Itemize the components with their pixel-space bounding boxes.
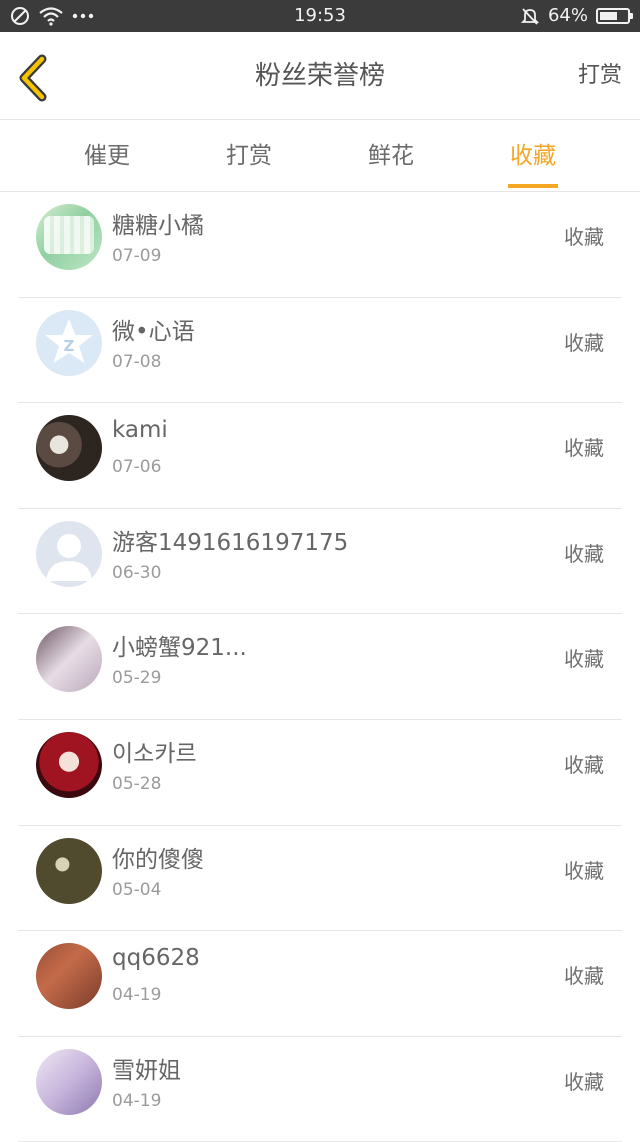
list-item[interactable]: 你的傻傻 05-04 收藏 (18, 826, 622, 932)
nav-bar: 粉丝荣誉榜 打赏 (0, 32, 640, 120)
list-item[interactable]: 游客1491616197175 06-30 收藏 (18, 509, 622, 615)
item-date: 05-29 (112, 668, 162, 689)
avatar: Z (36, 309, 102, 376)
action-label: 收藏 (564, 1069, 604, 1094)
avatar (36, 943, 102, 1010)
avatar (36, 204, 102, 270)
page-title: 粉丝荣誉榜 (254, 61, 385, 91)
tab-label: 收藏 (510, 143, 556, 169)
list-item[interactable]: 이소카르 05-28 收藏 (18, 720, 622, 826)
tab-label: 鲜花 (368, 143, 414, 169)
list-item[interactable]: 小螃蟹921... 05-29 收藏 (18, 614, 622, 720)
user-name: 微•心语 (112, 318, 195, 345)
avatar (36, 415, 102, 482)
user-name: kami (112, 417, 168, 444)
list-item[interactable]: Z 微•心语 07-08 收藏 (18, 298, 622, 404)
battery-percent: 64% (547, 5, 588, 26)
action-label: 收藏 (564, 330, 604, 355)
action-label: 收藏 (564, 436, 604, 461)
list-item[interactable]: kami 07-06 收藏 (18, 403, 622, 509)
battery-fill (600, 12, 617, 20)
list-item[interactable]: 糖糖小橘 07-09 收藏 (18, 192, 622, 298)
user-name: qq6628 (112, 945, 200, 972)
avatar (36, 520, 102, 587)
item-date: 04-19 (112, 1090, 162, 1111)
action-label: 收藏 (564, 858, 604, 883)
action-label: 收藏 (564, 541, 604, 566)
status-bar: 19:53 64% (0, 0, 640, 32)
item-date: 06-30 (112, 562, 162, 583)
action-label: 收藏 (564, 647, 604, 672)
user-name: 雪妍姐 (112, 1057, 181, 1084)
reward-button[interactable]: 打赏 (578, 32, 622, 120)
fan-list: 糖糖小橘 07-09 收藏 Z 微•心语 07-08 收藏 kami 07-06… (0, 192, 640, 1142)
item-date: 04-19 (112, 985, 162, 1006)
default-star-avatar-icon: Z (45, 318, 93, 363)
action-label: 收藏 (564, 964, 604, 989)
tab-bar: 催更 打赏 鲜花 收藏 (0, 120, 640, 192)
mute-bell-icon (520, 8, 540, 25)
tab-favorites[interactable]: 收藏 (462, 120, 604, 192)
user-name: 你的傻傻 (112, 846, 204, 873)
item-date: 05-28 (112, 773, 162, 794)
tab-label: 打赏 (226, 143, 272, 169)
avatar (36, 837, 102, 904)
avatar (36, 626, 102, 693)
tab-urge[interactable]: 催更 (36, 120, 178, 192)
action-label: 收藏 (564, 225, 604, 249)
tab-flowers[interactable]: 鲜花 (320, 120, 462, 192)
item-date: 05-04 (112, 879, 162, 900)
avatar (36, 731, 102, 798)
avatar (36, 1048, 102, 1115)
item-date: 07-06 (112, 457, 162, 478)
item-date: 07-09 (112, 246, 162, 266)
battery-icon (596, 8, 633, 24)
list-item[interactable]: 雪妍姐 04-19 收藏 (18, 1037, 622, 1142)
active-tab-indicator (508, 184, 558, 188)
user-name: 糖糖小橘 (112, 213, 204, 239)
tab-reward[interactable]: 打赏 (178, 120, 320, 192)
tab-label: 催更 (84, 143, 130, 169)
user-name: 이소카르 (112, 740, 197, 767)
list-item[interactable]: qq6628 04-19 收藏 (18, 931, 622, 1037)
svg-text:Z: Z (64, 337, 75, 355)
item-date: 07-08 (112, 351, 162, 372)
default-user-avatar-icon (46, 533, 92, 581)
user-name: 游客1491616197175 (112, 529, 349, 556)
action-label: 收藏 (564, 752, 604, 777)
user-name: 小螃蟹921... (112, 635, 247, 662)
status-right-icons: 64% (520, 0, 633, 32)
